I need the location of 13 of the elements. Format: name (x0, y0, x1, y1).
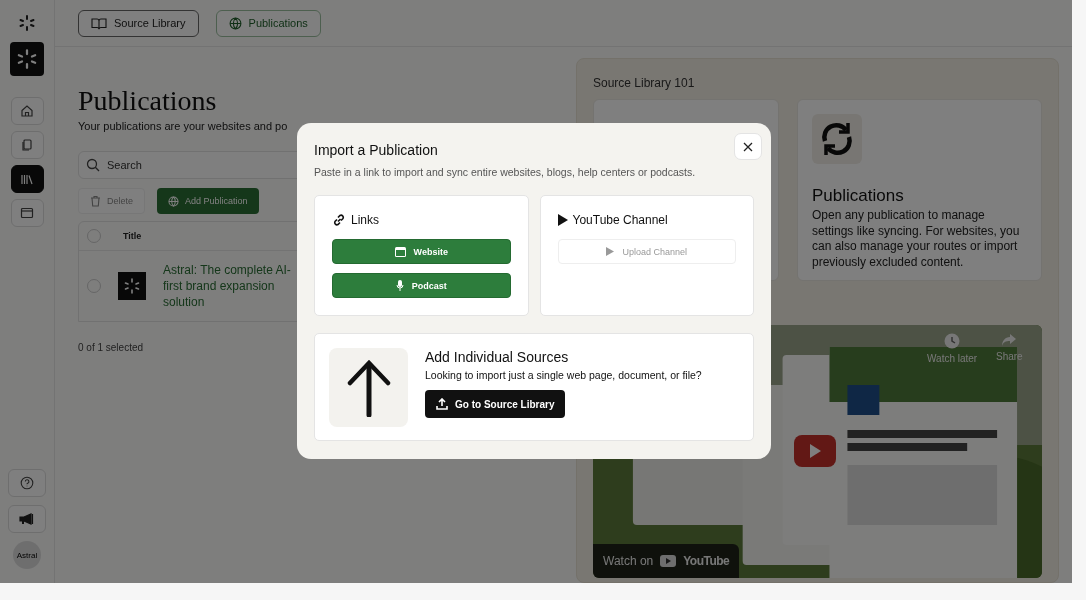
card-title: Publications (812, 186, 905, 206)
page-title: Publications (78, 85, 218, 117)
column-header: Title (123, 231, 142, 241)
section-title: Links (351, 213, 379, 227)
card-text: Open any publication to manage settings like syncing. For websites, you can also manage your routes or import previously excluded content. (812, 208, 1021, 270)
section-title: YouTube Channel (572, 213, 668, 227)
dialog-description: Paste in a link to import and sync entire websites, blogs, help centers or podcasts. (314, 166, 697, 178)
page-subtitle: Your publications are your websites and po (78, 120, 289, 132)
section-description: Looking to import just a single web page, document, or file? (425, 369, 702, 381)
guide-title: Source Library 101 (593, 76, 696, 90)
section-title: Add Individual Sources (425, 349, 570, 365)
dialog-title: Import a Publication (314, 142, 438, 158)
selection-count: 0 of 1 selected (78, 342, 145, 353)
